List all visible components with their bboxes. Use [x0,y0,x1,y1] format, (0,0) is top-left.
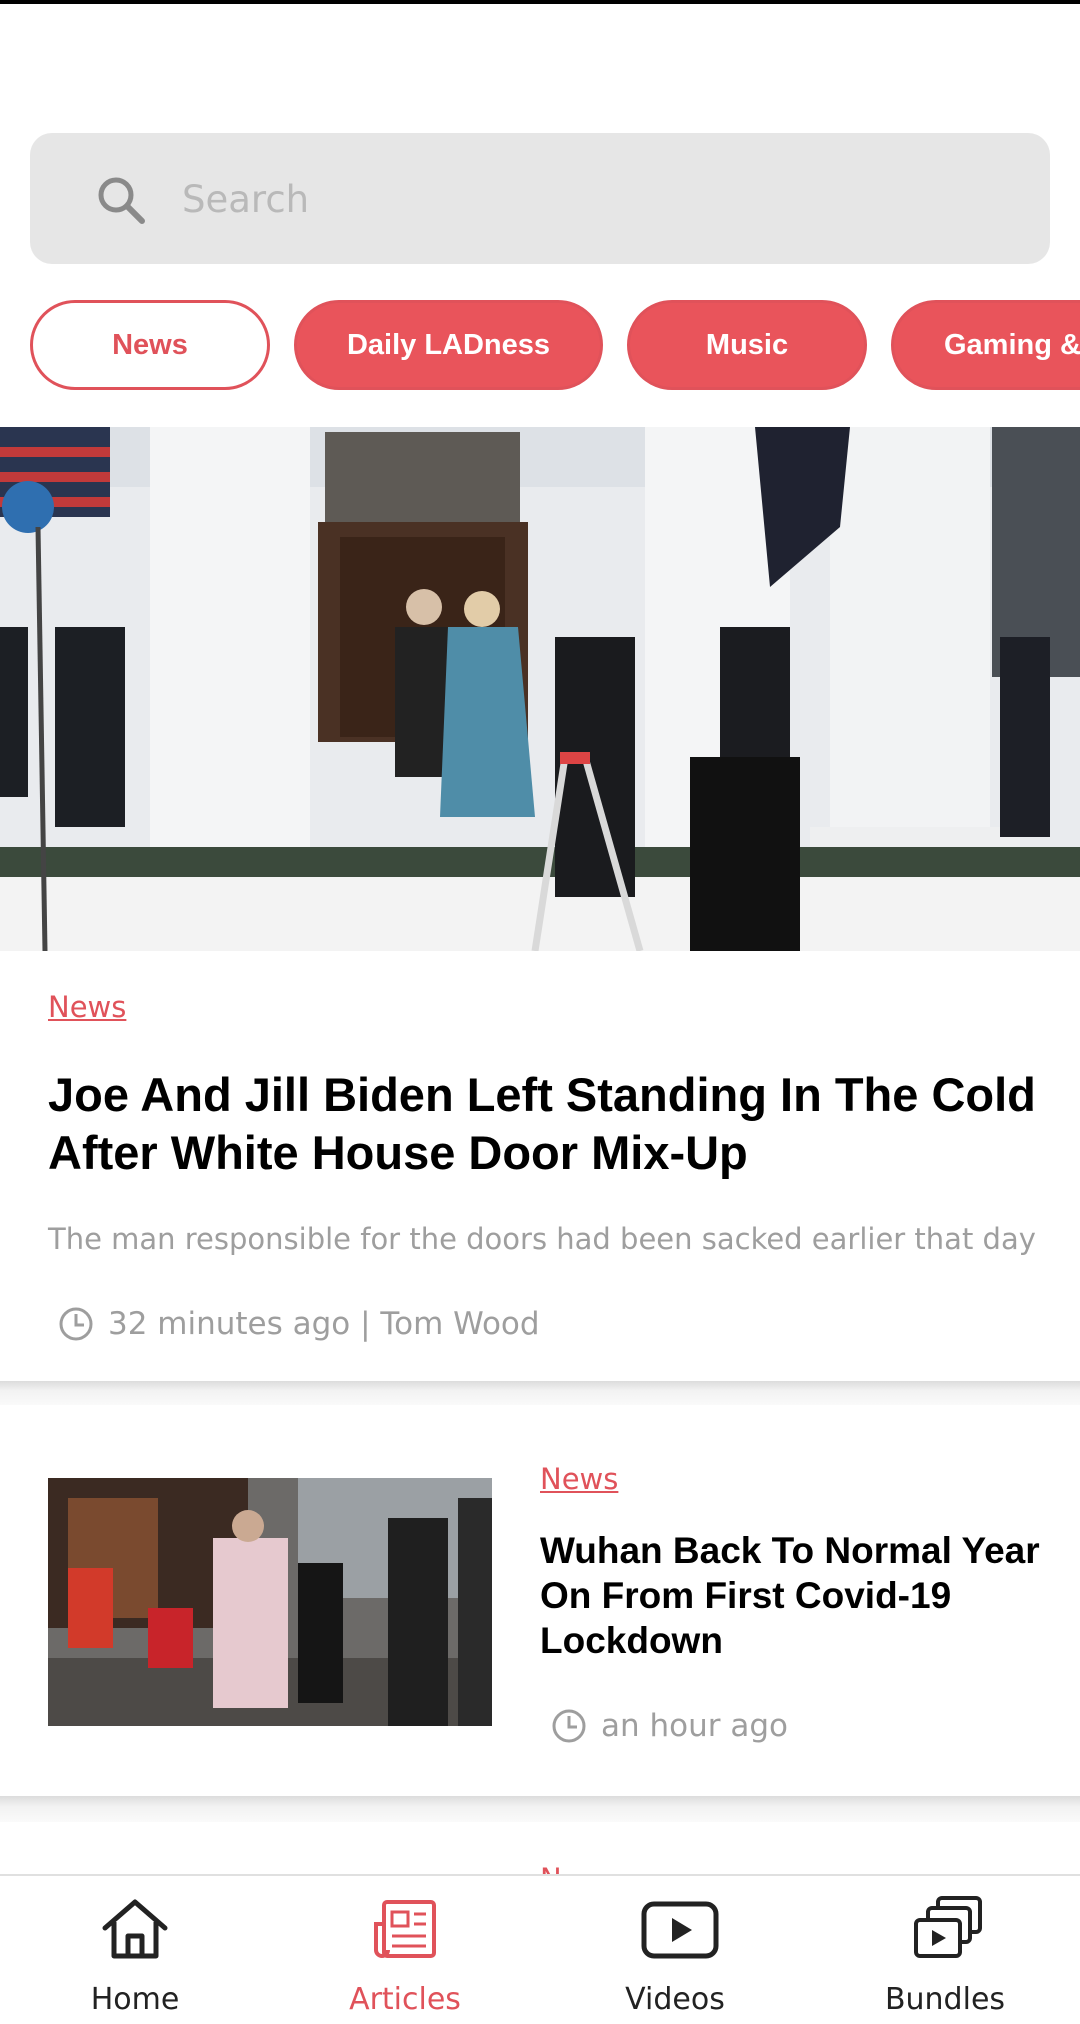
article-time: an hour ago [601,1708,788,1744]
category-chip-news[interactable]: News [30,300,270,390]
hero-article-time-author: 32 minutes ago | Tom Wood [108,1306,540,1342]
nav-label-articles: Articles [349,1982,461,2017]
clock-icon [552,1709,586,1743]
hero-article-meta: 32 minutes ago | Tom Wood [58,1306,540,1342]
category-chip-daily-ladness[interactable]: Daily LADness [294,300,603,390]
hero-category-link[interactable]: News [48,990,126,1024]
category-chip-gaming[interactable]: Gaming & [891,300,1080,390]
status-divider [0,0,1080,4]
nav-item-bundles[interactable]: Bundles [810,1876,1080,2024]
play-icon [641,1901,719,1959]
article-card[interactable]: News Wuhan Back To Normal Year On From F… [540,1462,1040,1663]
nav-label-bundles: Bundles [884,1982,1006,2017]
newspaper-icon [374,1900,436,1958]
nav-item-videos[interactable]: Videos [540,1876,810,2024]
clock-icon [59,1307,93,1341]
article-meta: an hour ago [551,1708,788,1744]
card-divider [0,1796,1080,1822]
bottom-navigation: Home Articles Videos Bundles [0,1874,1080,2022]
hero-article-subtitle: The man responsible for the doors had be… [48,1222,1036,1256]
search-input[interactable] [180,163,1004,235]
nav-label-videos: Videos [625,1982,725,2017]
nav-item-home[interactable]: Home [0,1876,270,2024]
category-chips: News Daily LADness Music Gaming & [0,300,1080,392]
hero-article-title[interactable]: Joe And Jill Biden Left Standing In The … [48,1066,1038,1182]
article-thumbnail[interactable] [48,1478,492,1726]
card-divider [0,1381,1080,1405]
article-title[interactable]: Wuhan Back To Normal Year On From First … [540,1528,1040,1663]
nav-label-home: Home [90,1982,180,2017]
hero-article[interactable]: News Joe And Jill Biden Left Standing In… [48,990,1038,1256]
article-category-link[interactable]: News [540,1462,618,1496]
hero-article-image[interactable] [0,427,1080,951]
home-icon [102,1899,168,1959]
search-icon [98,177,145,224]
nav-item-articles[interactable]: Articles [270,1876,540,2024]
bundles-icon [914,1896,982,1958]
category-chip-music[interactable]: Music [627,300,867,390]
search-bar[interactable] [30,133,1050,264]
